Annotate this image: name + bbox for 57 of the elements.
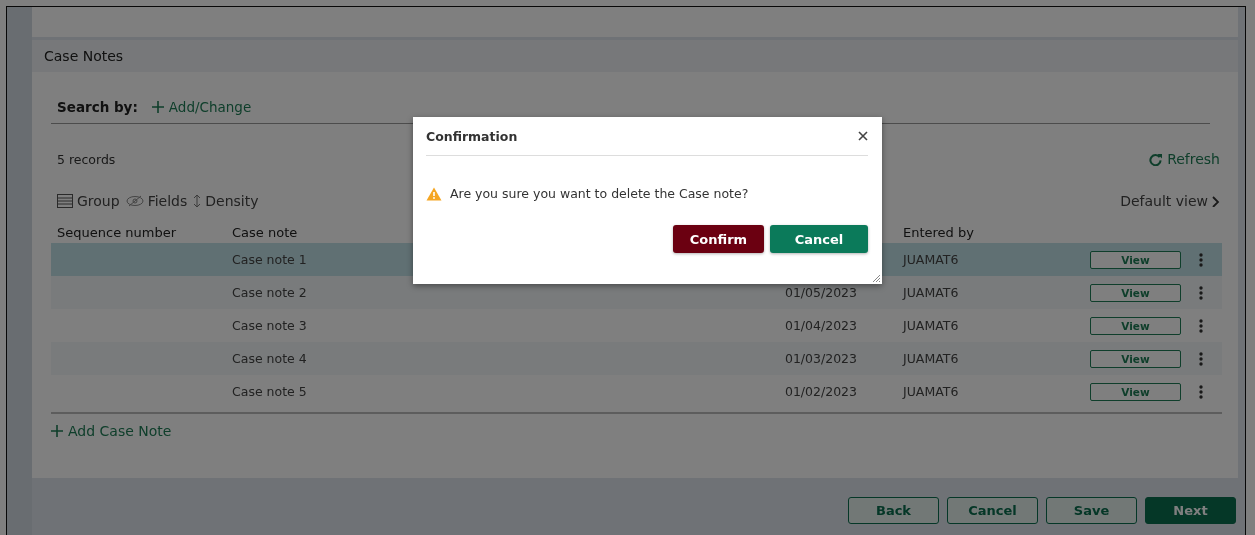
column-header: Entered by	[903, 224, 974, 240]
more-icon[interactable]	[1199, 384, 1203, 399]
record-count: 5 records	[57, 151, 116, 167]
table-cell: Case note 3	[232, 318, 307, 333]
view-button[interactable]: View	[1090, 349, 1181, 368]
table-row[interactable]: Case note 2 01/05/2023 JUAMAT6 View	[51, 276, 1222, 309]
table-cell: JUAMAT6	[903, 318, 959, 333]
plus-icon	[151, 101, 164, 113]
eye-slash-icon	[125, 195, 144, 207]
up-down-icon	[193, 194, 202, 208]
rows-icon	[57, 194, 73, 208]
search-label: Search by:	[57, 99, 138, 115]
table-cell: Case note 5	[232, 384, 307, 399]
plus-icon	[51, 424, 63, 437]
footer-button[interactable]: Save	[1046, 497, 1137, 524]
table-cell: JUAMAT6	[903, 285, 959, 300]
default-view-link[interactable]: Default view	[1120, 193, 1220, 209]
table-cell: JUAMAT6	[903, 384, 959, 399]
table-cell: Case note 2	[232, 285, 307, 300]
footer-button[interactable]: Cancel	[947, 497, 1038, 524]
toolbar-item[interactable]: Group	[57, 193, 120, 209]
resize-grip-icon[interactable]	[873, 275, 880, 282]
table-cell: JUAMAT6	[903, 351, 959, 366]
table-cell: 01/02/2023	[784, 384, 857, 399]
table-cell: Case note 4	[232, 351, 307, 366]
chevron-right-icon	[1212, 195, 1220, 207]
dialog-message: Are you sure you want to delete the Case note?	[450, 186, 749, 201]
table-cell: 01/03/2023	[784, 351, 857, 366]
refresh-icon	[1149, 152, 1163, 166]
column-header: Case note	[232, 224, 298, 240]
warning-icon	[426, 186, 442, 201]
add-change-link[interactable]: Add/Change	[151, 99, 252, 115]
table-cell: Case note 1	[232, 252, 307, 267]
footer-button[interactable]: Back	[848, 497, 939, 524]
footer-button[interactable]: Next	[1145, 497, 1236, 524]
table-cell: 01/04/2023	[784, 318, 857, 333]
more-icon[interactable]	[1199, 285, 1203, 300]
refresh-link[interactable]: Refresh	[1149, 151, 1220, 167]
more-icon[interactable]	[1199, 351, 1203, 366]
view-button[interactable]: View	[1090, 250, 1181, 269]
view-button[interactable]: View	[1090, 382, 1181, 401]
toolbar-item[interactable]: Fields	[125, 193, 188, 209]
more-icon[interactable]	[1199, 318, 1203, 333]
table-row[interactable]: Case note 4 01/03/2023 JUAMAT6 View	[51, 342, 1222, 375]
dialog-button[interactable]: Confirm	[673, 225, 764, 253]
view-button[interactable]: View	[1090, 316, 1181, 335]
view-button[interactable]: View	[1090, 283, 1181, 302]
section-title: Case Notes	[44, 48, 124, 64]
table-cell: JUAMAT6	[903, 252, 959, 267]
more-icon[interactable]	[1199, 252, 1203, 267]
close-icon[interactable]	[858, 131, 868, 141]
dialog-button[interactable]: Cancel	[770, 225, 868, 253]
column-header: Sequence number	[57, 224, 176, 240]
table-cell: 01/05/2023	[784, 285, 857, 300]
toolbar-item[interactable]: Density	[193, 193, 259, 209]
dialog-title: Confirmation	[426, 128, 518, 144]
add-case-note-link[interactable]: Add Case Note	[51, 422, 172, 439]
